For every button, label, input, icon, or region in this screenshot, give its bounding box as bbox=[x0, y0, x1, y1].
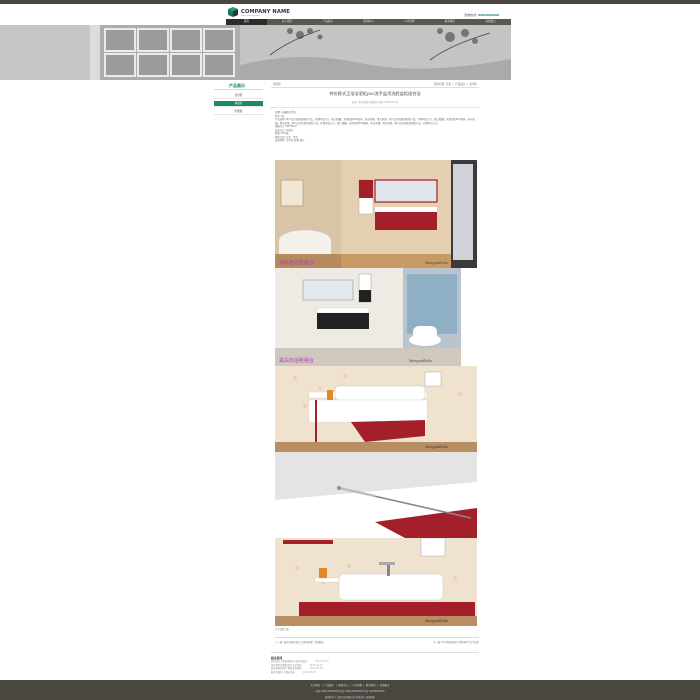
spec-description: 产品说明: 本产品为优质浴室柜产品，外观时尚大方，做工精细，采用优质PVC板材，… bbox=[275, 118, 475, 125]
photo-signature: Mengnadlisha bbox=[408, 359, 432, 363]
sidebar-item-shower-room[interactable]: 淋浴房 bbox=[214, 101, 263, 107]
article-title: 特价欧式卫浴浴室柜pvc洗手盆吊洗脸盆柜组合浴 bbox=[329, 91, 421, 96]
site-header: COMPANY NAME www.company.com 咨询热线: 00000… bbox=[226, 4, 511, 20]
breadcrumb: 浴室柜 您的位置: 首页 > 产品展示 > 浴室柜 bbox=[271, 82, 479, 88]
breadcrumb-title: 浴室柜 bbox=[273, 83, 281, 86]
article-content: 浴室柜 您的位置: 首页 > 产品展示 > 浴室柜 特价欧式卫浴浴室柜pvc洗手… bbox=[271, 82, 479, 652]
related-date: 2015-03-08 bbox=[302, 670, 317, 674]
product-photo-red-cabinet[interactable]: 酒红色浴柜组合 Mengnadlisha bbox=[275, 160, 477, 268]
hotline-number: 0000000000 bbox=[478, 13, 499, 17]
prev-article-link[interactable]: 上一篇: 欧式浴室柜组合 实木浴室柜 卫浴套装 bbox=[275, 641, 324, 644]
photo-label-black: 黑白石浴柜组合 bbox=[279, 357, 314, 364]
footer-contact: 电话: 0000-00000000 传真: 0000-00000000 手机: … bbox=[315, 690, 385, 693]
related-date: 2015-03-10 bbox=[309, 667, 323, 670]
sidebar-title: 产品展示 bbox=[214, 82, 263, 90]
list-item[interactable]: 欧式浴室柜 大理石台面 2015-03-08 bbox=[271, 671, 479, 675]
sidebar: 产品展示 浴室柜 淋浴房 坐便器 bbox=[214, 82, 263, 117]
spec-line: 适用场所: 卫生间 浴室 客厅 bbox=[275, 139, 305, 142]
hotline-label: 咨询热线: bbox=[464, 13, 478, 17]
banner-image bbox=[0, 25, 511, 80]
breadcrumb-path[interactable]: 您的位置: 首页 > 产品展示 > 浴室柜 bbox=[434, 82, 477, 86]
article-meta: 来源: 本站 编辑: 管理员 日期: 2015-03-16 bbox=[271, 100, 479, 108]
site-footer: 关于我们 | 产品展示 | 新闻中心 | 人才招聘 | 联系我们 | 在线留言 … bbox=[0, 680, 700, 700]
photo-caption: 点击查看大图 bbox=[275, 628, 289, 631]
footer-nav[interactable]: 关于我们 | 产品展示 | 新闻中心 | 人才招聘 | 联系我们 | 在线留言 bbox=[0, 683, 700, 687]
photo-label-red: 酒红色浴柜组合 bbox=[279, 259, 314, 266]
product-photo-red-sink[interactable]: Mengnadlisha bbox=[275, 538, 477, 626]
photo-signature: Mengnadlisha bbox=[424, 445, 448, 449]
sidebar-list: 浴室柜 淋浴房 坐便器 bbox=[214, 93, 263, 115]
prev-next-links: 上一篇: 欧式浴室柜组合 实木浴室柜 卫浴套装 下一篇: PVC浴室柜组合 简约… bbox=[275, 637, 479, 644]
product-photo-sink-closeup[interactable]: Mengnadlisha bbox=[275, 366, 477, 452]
related-link[interactable]: 欧式浴室柜 大理石台面 bbox=[271, 671, 295, 674]
product-photo-black-white-cabinet[interactable]: 黑白石浴柜组合 Mengnadlisha bbox=[275, 268, 461, 366]
photo-signature: Mengnadlisha bbox=[424, 261, 448, 265]
product-specs: 品牌: 卓骊德尔卫浴 型号: 01 产品说明: 本产品为优质浴室柜产品，外观时尚… bbox=[271, 108, 479, 143]
photo-signature: Mengnadlisha bbox=[424, 619, 448, 623]
footer-copyright: 版权所有 © 某某卫浴有限公司 技术支持: 某某网络 bbox=[325, 696, 375, 699]
hotline: 咨询热线: 0000000000 bbox=[464, 13, 499, 17]
sidebar-item-bathroom-cabinet[interactable]: 浴室柜 bbox=[214, 93, 263, 99]
sidebar-item-toilet[interactable]: 坐便器 bbox=[214, 109, 263, 115]
logo-icon[interactable] bbox=[228, 7, 238, 17]
company-subtitle: www.company.com bbox=[241, 15, 261, 17]
product-photo-door-detail[interactable] bbox=[275, 452, 477, 538]
next-article-link[interactable]: 下一篇: PVC浴室柜组合 简约现代 洗手盆柜 bbox=[433, 640, 479, 644]
related-news: 相关新闻 特价欧式卫浴浴室柜pvc洗手盆组合 2015-03-16 简约现代浴室柜… bbox=[271, 652, 479, 674]
related-date: 2015-03-16 bbox=[315, 660, 329, 663]
